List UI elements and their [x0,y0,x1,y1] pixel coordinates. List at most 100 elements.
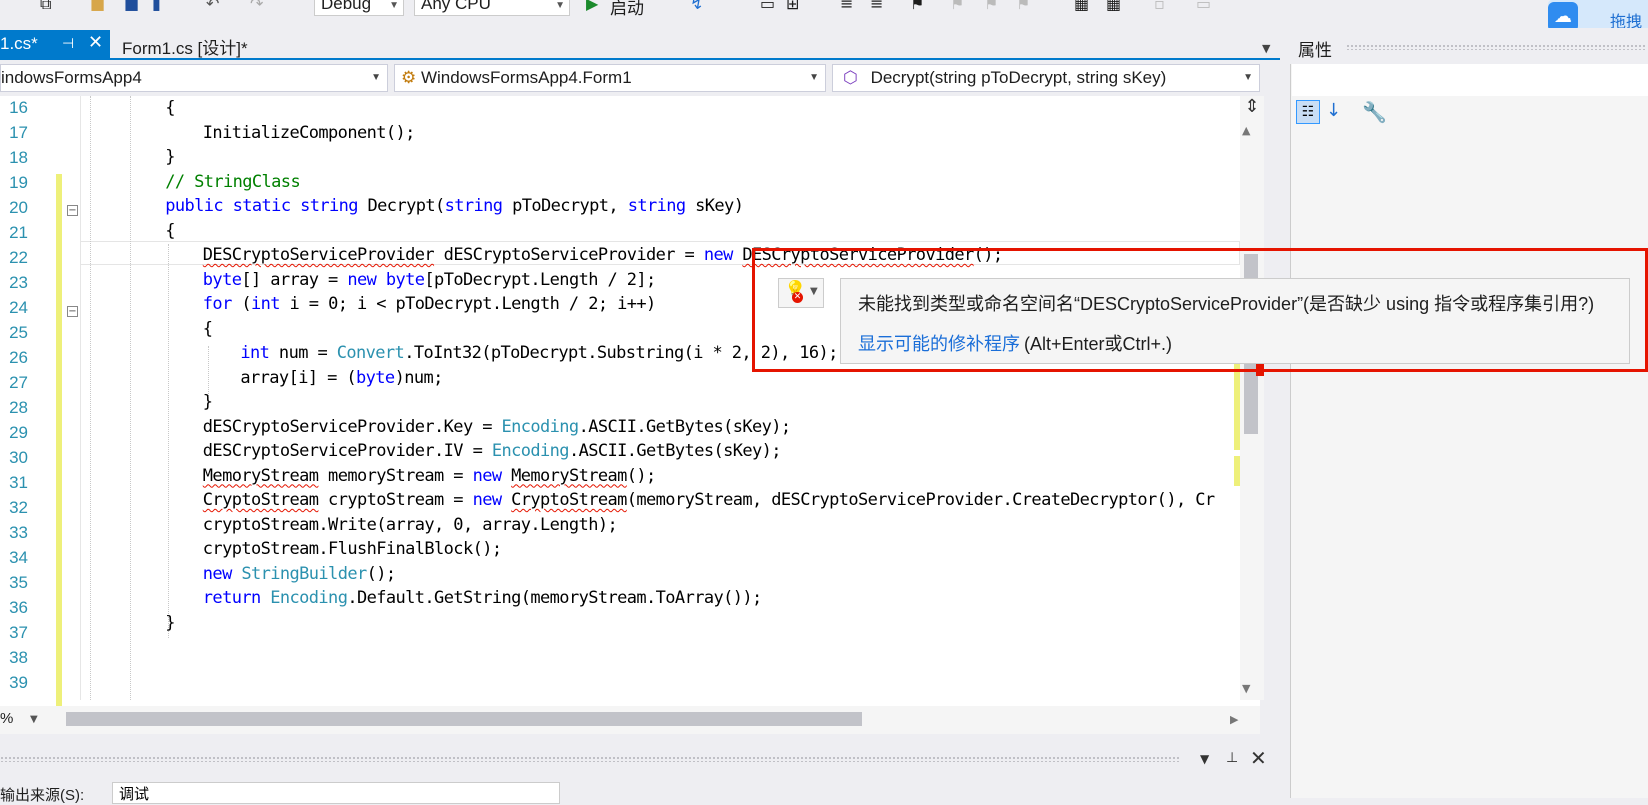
tab-form1-cs[interactable]: 1.cs* ⊣ ✕ [0,30,110,58]
object-selector[interactable] [1292,64,1648,96]
line-number: 20 [9,198,28,217]
split-icon[interactable]: ⇕ [1240,96,1264,118]
horizontal-scroll-thumb[interactable] [66,712,862,726]
play-icon[interactable]: ▶ [586,0,598,12]
code-line[interactable]: } [203,392,213,412]
collapse-icon[interactable]: − [67,205,78,216]
code-line[interactable]: new StringBuilder(); [203,564,396,584]
code-token: sKey) [685,196,744,216]
code-token: cryptoStream.FlushFinalBlock(); [202,539,502,559]
code-token: } [165,147,175,167]
code-line[interactable]: dESCryptoServiceProvider.Key = Encoding.… [203,417,791,437]
bookmark-prev-icon[interactable]: ⚑ [950,0,964,12]
code-line[interactable]: cryptoStream.FlushFinalBlock(); [203,539,502,559]
code-token: } [165,612,175,633]
grid-alt-icon[interactable]: ▦ [1106,0,1121,12]
project-value: indowsFormsApp4 [1,68,142,87]
code-line[interactable]: cryptoStream.Write(array, 0, array.Lengt… [203,515,618,535]
save-all-icon[interactable]: ▮ [152,0,161,12]
close-icon[interactable]: ✕ [1250,746,1267,770]
type-token: Encoding [501,416,579,437]
more-icon[interactable]: ▭ [1196,0,1211,12]
indent-guide [90,96,91,700]
scroll-right-icon[interactable]: ▶ [1230,713,1238,726]
navigate-icon[interactable]: ↯ [690,0,703,12]
collapse-icon[interactable]: − [67,306,78,317]
member-value: Decrypt(string pToDecrypt, string sKey) [870,68,1167,87]
indent-guide [130,96,131,700]
panel-menu-icon[interactable]: ▼ [1200,752,1209,766]
zoom-dropdown-icon[interactable]: ▼ [30,714,38,725]
code-line[interactable]: { [165,98,175,118]
code-line[interactable]: { [165,221,175,241]
keyword-token: string [444,196,503,216]
panel-grip[interactable] [0,756,1180,762]
class-dropdown[interactable]: ⚙ WindowsFormsApp4.Form1 ▼ [394,64,826,92]
align-left-icon[interactable]: ≡ [840,0,853,12]
keyword-token: int [250,294,281,314]
code-line[interactable]: public static string Decrypt(string pToD… [165,196,744,216]
platform-dropdown[interactable]: Any CPU ▼ [414,0,570,16]
error-token: CryptoStream [511,490,627,510]
layout-icon[interactable]: ⊞ [786,0,799,12]
window-icon[interactable]: ▭ [760,0,775,12]
redo-icon[interactable]: ↷ [250,0,263,12]
zoom-level[interactable]: % [0,710,13,727]
grid-icon[interactable]: ▦ [1074,0,1089,12]
code-line[interactable]: } [165,147,175,167]
line-number: 31 [9,473,28,492]
bookmark-next-icon[interactable]: ⚑ [984,0,998,12]
code-line[interactable]: MemoryStream memoryStream = new MemorySt… [203,466,656,486]
copy-icon[interactable]: ⧉ [40,0,51,12]
blank-icon[interactable]: ▫ [1154,0,1165,12]
code-token: )num; [394,367,444,388]
close-icon[interactable]: ✕ [88,32,103,53]
align-right-icon[interactable]: ≡ [870,0,883,12]
keyword-token: new [472,490,503,510]
tab-label: 1.cs* [0,34,38,53]
tab-form1-designer[interactable]: Form1.cs [设计]* [122,34,248,59]
keyword-token: string [300,196,358,216]
start-button-label[interactable]: 启动 [610,0,644,19]
configuration-dropdown[interactable]: Debug ▼ [314,0,404,16]
keyword-token: for [202,294,233,314]
code-token: dESCryptoServiceProvider.IV = [202,441,492,461]
code-line[interactable]: array[i] = (byte)num; [240,367,444,388]
member-dropdown[interactable]: ⬡ Decrypt(string pToDecrypt, string sKey… [832,64,1260,92]
code-token: InitializeComponent(); [202,122,416,143]
property-pages-icon[interactable]: 🔧 [1362,100,1387,124]
bookmark-clear-icon[interactable]: ⚑ [1016,0,1030,12]
code-line[interactable]: InitializeComponent(); [202,122,416,143]
scroll-up-icon[interactable]: ▲ [1242,124,1250,137]
code-token: { [165,220,175,241]
output-source-dropdown[interactable]: 调试 [112,782,560,804]
chevron-down-icon: ▼ [555,0,565,11]
toolbar: ⧉ ■ ■ ▮ ↶ ↷ Debug ▼ Any CPU ▼ ▶ 启动 ↯ ▭ ⊞ ≡… [0,0,1648,20]
pin-icon[interactable]: ⊥ [1226,750,1238,766]
sort-alphabetical-icon[interactable]: ↓ [1326,100,1341,121]
code-line[interactable]: { [203,319,213,339]
code-line[interactable]: } [165,613,175,633]
project-dropdown[interactable]: indowsFormsApp4 ▼ [0,64,388,92]
bookmark-icon[interactable]: ⚑ [910,0,924,12]
pin-icon[interactable]: ⊣ [62,35,74,52]
categorized-icon[interactable]: ☷ [1296,100,1320,124]
code-line[interactable]: CryptoStream cryptoStream = new CryptoSt… [203,490,1215,510]
code-line[interactable]: for (int i = 0; i < pToDecrypt.Length / … [203,294,656,314]
code-line[interactable]: dESCryptoServiceProvider.IV = Encoding.A… [202,441,782,461]
scroll-down-icon[interactable]: ▼ [1242,682,1250,695]
code-line[interactable]: // StringClass [165,172,300,192]
tab-dropdown-icon[interactable]: ▼ [1262,42,1270,55]
line-number: 34 [9,548,28,567]
undo-icon[interactable]: ↶ [206,0,219,12]
code-line[interactable]: byte[] array = new byte[pToDecrypt.Lengt… [203,270,656,290]
code-line[interactable]: return Encoding.Default.GetString(memory… [203,588,762,608]
save-icon[interactable]: ■ [124,0,139,12]
open-folder-icon[interactable]: ■ [90,0,105,12]
code-line[interactable]: int num = Convert.ToInt32(pToDecrypt.Sub… [240,343,838,363]
keyword-token: new [703,245,734,265]
panel-grip[interactable] [1346,44,1646,50]
